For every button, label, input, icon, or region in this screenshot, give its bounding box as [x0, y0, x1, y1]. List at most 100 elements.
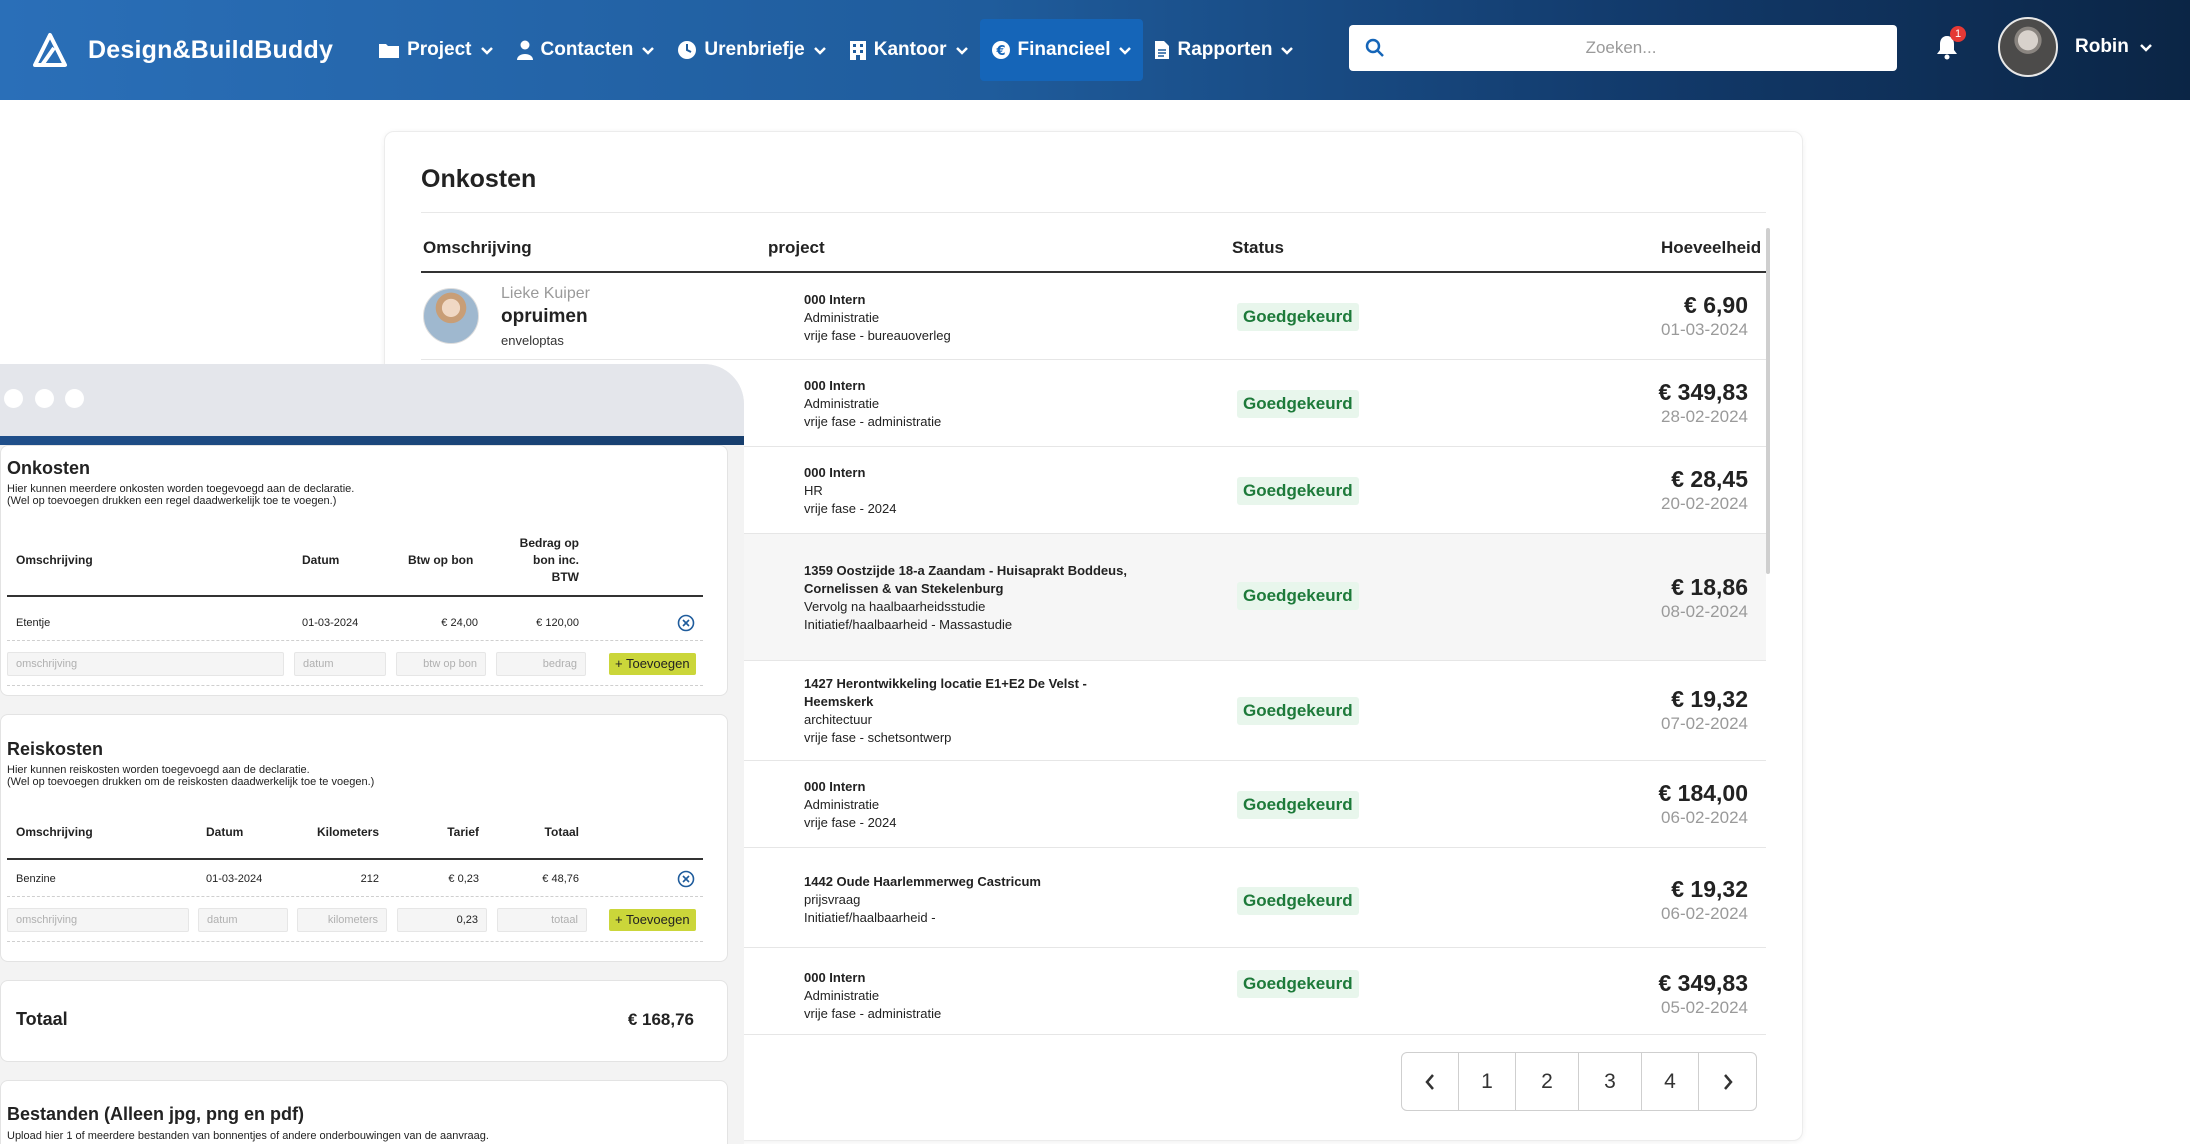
col-header-amount[interactable]: Hoeveelheid — [1661, 238, 1761, 258]
brand[interactable]: Design&BuildBuddy — [32, 32, 333, 68]
expense-amount-input[interactable]: bedrag — [496, 652, 586, 676]
nav-contacten-label: Contacten — [540, 39, 634, 60]
travel-rate-input[interactable]: 0,23 — [397, 908, 487, 932]
total-value: € 168,76 — [627, 1010, 694, 1029]
avatar — [423, 288, 479, 344]
nav-project[interactable]: Project — [367, 19, 504, 81]
nav-urenbriefje-label: Urenbriefje — [704, 39, 805, 60]
travel-rate: € 0,23 — [448, 873, 479, 885]
expense-date-input[interactable]: datum — [294, 652, 386, 676]
project-name: 000 Intern — [804, 970, 866, 985]
expense-date: 01-03-2024 — [302, 617, 359, 629]
nav-contacten[interactable]: Contacten — [505, 19, 667, 81]
svg-text:€: € — [995, 44, 1005, 59]
project-line: vrije fase - schetsontwerp — [804, 730, 952, 745]
col-header-vat: Btw op bon — [408, 553, 474, 567]
expenses-panel: Onkosten Hier kunnen meerdere onkosten w… — [0, 445, 728, 696]
col-header-project[interactable]: project — [768, 238, 825, 258]
window-control-close[interactable] — [4, 389, 23, 408]
row-amount: € 184,00 — [1658, 780, 1748, 806]
project-name: 1427 Herontwikkeling locatie E1+E2 De Ve… — [804, 676, 1087, 709]
col-header-description[interactable]: Omschrijving — [423, 238, 532, 258]
expenses-title: Onkosten — [7, 458, 91, 478]
nav-financieel[interactable]: € Financieel — [979, 19, 1144, 81]
files-title: Bestanden (Alleen jpg, png en pdf) — [7, 1104, 304, 1124]
window-titlebar — [0, 364, 744, 436]
row-divider — [7, 941, 703, 942]
expense-amount: € 120,00 — [536, 617, 579, 629]
prev-page-button[interactable] — [1402, 1053, 1459, 1110]
row-divider — [7, 640, 703, 641]
chevron-down-icon — [955, 46, 968, 55]
page-button-3[interactable]: 3 — [1579, 1053, 1642, 1110]
travel-total: € 48,76 — [542, 873, 579, 885]
remove-circle-icon[interactable] — [677, 870, 695, 888]
window-control-minimize[interactable] — [35, 389, 54, 408]
project-line: vrije fase - 2024 — [804, 501, 897, 516]
page-button-1[interactable]: 1 — [1459, 1053, 1516, 1110]
page-button-2[interactable]: 2 — [1516, 1053, 1579, 1110]
travel-help: (Wel op toevoegen drukken om de reiskost… — [7, 776, 375, 788]
total-panel: Totaal € 168,76 — [0, 980, 728, 1062]
project-line: Administratie — [804, 310, 880, 325]
chevron-right-icon — [1723, 1073, 1733, 1090]
col-header-status[interactable]: Status — [1232, 238, 1284, 258]
row-date: 06-02-2024 — [1661, 904, 1748, 923]
travel-description-input[interactable]: omschrijving — [7, 908, 189, 932]
travel-date-input[interactable]: datum — [198, 908, 288, 932]
page-button-4[interactable]: 4 — [1642, 1053, 1699, 1110]
scrollbar[interactable] — [1766, 228, 1770, 574]
add-travel-button[interactable]: + Toevoegen — [609, 909, 696, 931]
row-amount: € 349,83 — [1658, 379, 1748, 405]
remove-circle-icon[interactable] — [677, 614, 695, 632]
notification-badge: 1 — [1950, 26, 1966, 42]
nav-kantoor[interactable]: Kantoor — [838, 19, 980, 81]
project-name: 000 Intern — [804, 465, 866, 480]
total-label: Totaal — [16, 1009, 68, 1029]
row-amount: € 6,90 — [1684, 292, 1748, 318]
declaration-window: Onkosten Hier kunnen meerdere onkosten w… — [0, 364, 744, 1144]
next-page-button[interactable] — [1699, 1053, 1756, 1110]
page-title: Onkosten — [421, 165, 537, 193]
nav-urenbriefje[interactable]: Urenbriefje — [666, 19, 837, 81]
chevron-down-icon — [642, 46, 655, 55]
nav-rapporten[interactable]: Rapporten — [1143, 19, 1305, 81]
row-project: 000 Intern HR vrije fase - 2024 — [804, 464, 1144, 518]
project-line: vrije fase - administratie — [804, 1006, 942, 1021]
expense-description-input[interactable]: omschrijving — [7, 652, 284, 676]
chevron-left-icon — [1425, 1073, 1434, 1090]
col-header-date: Datum — [206, 825, 244, 839]
project-name: 000 Intern — [804, 378, 866, 393]
title-divider — [421, 212, 1766, 213]
window-control-maximize[interactable] — [65, 389, 84, 408]
status-badge: Goedgekeurd — [1237, 303, 1359, 331]
euro-icon: € — [991, 41, 1010, 59]
travel-panel: Reiskosten Hier kunnen reiskosten worden… — [0, 714, 728, 962]
table-row[interactable]: Lieke Kuiper opruimen enveloptas 000 Int… — [421, 273, 1766, 360]
row-project: 1359 Oostzijde 18-a Zaandam - Huisaprakt… — [804, 562, 1144, 634]
project-line: architectuur — [804, 712, 872, 727]
row-description: opruimen — [501, 306, 588, 327]
search-input[interactable] — [1385, 25, 1897, 71]
expense-vat-input[interactable]: btw op bon — [396, 652, 486, 676]
row-subtitle: enveloptas — [501, 333, 564, 348]
col-header-amount-line: Bedrag op — [519, 536, 579, 550]
row-amount: € 28,45 — [1671, 466, 1748, 492]
row-date: 01-03-2024 — [1661, 320, 1748, 339]
row-divider — [7, 685, 703, 686]
user-menu[interactable]: Robin — [1998, 17, 2153, 77]
window-navbar-strip — [0, 436, 744, 445]
files-panel: Bestanden (Alleen jpg, png en pdf) Uploa… — [0, 1080, 728, 1144]
travel-km-input[interactable]: kilometers — [297, 908, 387, 932]
add-expense-button[interactable]: + Toevoegen — [609, 653, 696, 675]
row-project: 000 Intern Administratie vrije fase - ad… — [804, 377, 1144, 431]
project-name: 000 Intern — [804, 292, 866, 307]
user-name: Robin — [2075, 36, 2129, 57]
person-icon — [516, 40, 533, 60]
travel-description: Benzine — [16, 873, 56, 885]
chevron-down-icon — [813, 46, 826, 55]
project-name: 1359 Oostzijde 18-a Zaandam - Huisaprakt… — [804, 563, 1127, 596]
travel-total-input[interactable]: totaal — [497, 908, 587, 932]
files-help: Upload hier 1 of meerdere bestanden van … — [7, 1130, 489, 1142]
row-project: 000 Intern Administratie vrije fase - 20… — [804, 778, 1144, 832]
